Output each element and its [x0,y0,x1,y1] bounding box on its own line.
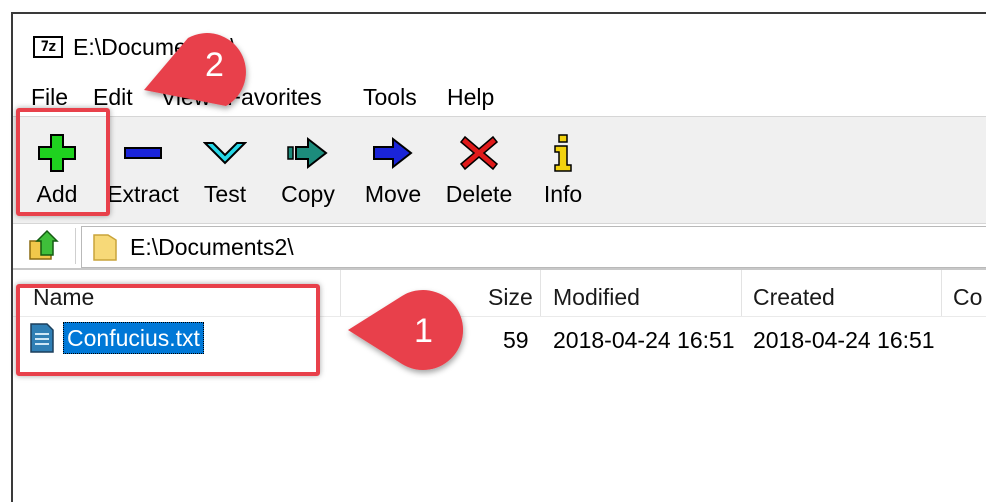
info-button[interactable]: Info [523,133,603,213]
up-folder-button[interactable] [17,228,76,264]
menu-tools[interactable]: Tools [363,84,417,111]
7zip-app-icon: 7z [33,36,63,58]
delete-label: Delete [445,181,513,207]
file-name[interactable]: Confucius.txt [63,322,204,354]
menu-edit[interactable]: Edit [93,84,133,111]
move-icon [373,136,413,170]
column-separator[interactable] [941,270,942,316]
toolbar: Add Extract Test Copy Move Delete Info [13,116,986,224]
file-size: 59 [503,327,529,353]
table-row[interactable]: Confucius.txt 59 2018-04-24 16:51 2018-0… [13,318,986,358]
menu-file[interactable]: File [31,84,68,111]
column-modified[interactable]: Modified [553,284,640,311]
delete-icon [459,135,499,171]
copy-button[interactable]: Copy [268,133,348,213]
file-list-header: Name Size Modified Created Co [13,270,986,317]
add-button[interactable]: Add [17,133,97,213]
copy-label: Copy [281,181,335,207]
app-window: 7z E:\Documents2\ File Edit View Favorit… [11,12,986,502]
file-created: 2018-04-24 16:51 [753,327,935,353]
callout-2-number: 2 [205,46,224,84]
path-text: E:\Documents2\ [130,234,294,260]
file-modified: 2018-04-24 16:51 [553,327,735,353]
test-icon [203,142,247,165]
copy-icon [287,136,328,170]
title-bar: 7z E:\Documents2\ [13,14,986,78]
move-label: Move [364,181,422,207]
column-name[interactable]: Name [33,284,94,311]
add-label: Add [36,181,78,207]
menu-help[interactable]: Help [447,84,494,111]
extract-button[interactable]: Extract [103,133,183,213]
test-label: Test [203,181,247,207]
address-bar: E:\Documents2\ [13,224,986,270]
menu-view[interactable]: View [161,84,210,111]
folder-icon [93,234,117,261]
column-comment[interactable]: Co [953,284,982,311]
test-button[interactable]: Test [185,133,265,213]
up-folder-icon [29,229,59,260]
callout-1-number: 1 [414,312,433,350]
column-separator[interactable] [741,270,742,316]
info-label: Info [543,181,583,207]
delete-button[interactable]: Delete [439,133,519,213]
path-field[interactable]: E:\Documents2\ [81,226,986,268]
add-icon [38,134,76,172]
menu-bar: File Edit View Favorites Tools Help [13,78,986,116]
text-file-icon [30,323,54,353]
column-separator[interactable] [540,270,541,316]
move-button[interactable]: Move [353,133,433,213]
menu-favorites[interactable]: Favorites [227,84,322,111]
column-separator[interactable] [340,270,341,316]
extract-label: Extract [107,181,179,207]
info-icon [554,134,572,172]
column-created[interactable]: Created [753,284,835,311]
extract-icon [124,147,162,159]
column-size[interactable]: Size [488,284,533,311]
